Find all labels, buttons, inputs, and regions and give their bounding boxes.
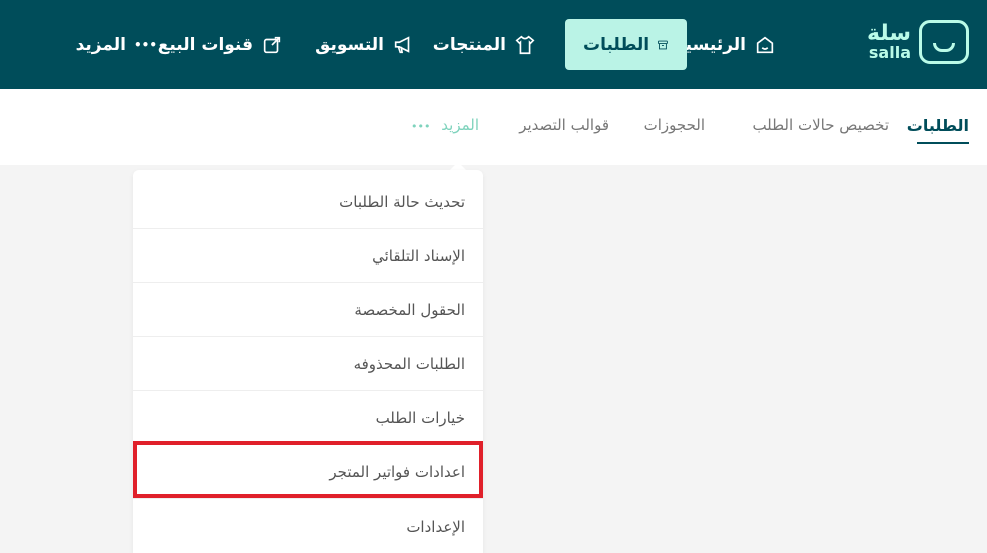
menu-item-settings[interactable]: الإعدادات [133,500,483,553]
logo-arabic: سلة [867,21,911,46]
nav-products-label: المنتجات [432,34,506,55]
sub-navigation: الطلبات تخصيص حالات الطلب الحجوزات قوالب… [0,89,987,165]
tab-bookings[interactable]: الحجوزات [644,116,705,134]
megaphone-icon [394,35,410,53]
nav-more[interactable]: ••• المزيد [58,19,175,70]
more-dots-icon: ••• [133,37,157,52]
menu-item-order-options[interactable]: خيارات الطلب [133,392,483,445]
tab-more[interactable]: المزيد ••• [411,116,479,134]
box-icon [658,40,668,49]
home-icon [756,36,774,53]
menu-item-update-order-status[interactable]: تحديث حالة الطلبات [133,176,483,229]
menu-item-deleted-orders[interactable]: الطلبات المحذوفه [133,338,483,391]
tab-more-label: المزيد [441,116,479,134]
active-tab-underline [917,142,969,144]
more-dots-icon: ••• [411,120,431,133]
nav-orders-label: الطلبات [583,34,650,55]
nav-more-label: المزيد [75,34,126,55]
salla-logo[interactable]: سلة salla [867,20,969,64]
highlight-box [133,441,483,498]
tab-orders[interactable]: الطلبات [907,116,969,135]
logo-icon [919,20,969,64]
share-icon [263,36,281,53]
nav-orders[interactable]: الطلبات [565,19,687,70]
menu-item-auto-assign[interactable]: الإسناد التلقائي [133,230,483,283]
nav-products[interactable]: المنتجات [415,19,554,70]
logo-english: salla [868,43,911,62]
tab-status-customization[interactable]: تخصيص حالات الطلب [752,116,889,134]
nav-marketing-label: التسويق [315,34,384,55]
menu-item-custom-fields[interactable]: الحقول المخصصة [133,284,483,337]
tab-export-templates[interactable]: قوالب التصدير [519,116,609,134]
dropdown-caret [450,162,466,170]
top-navigation-bar: سلة salla الرئيسية الطلبات المنتجات التس… [0,0,987,89]
nav-marketing[interactable]: التسويق [297,19,432,70]
shirt-icon [515,35,535,54]
logo-text: سلة salla [867,23,911,61]
